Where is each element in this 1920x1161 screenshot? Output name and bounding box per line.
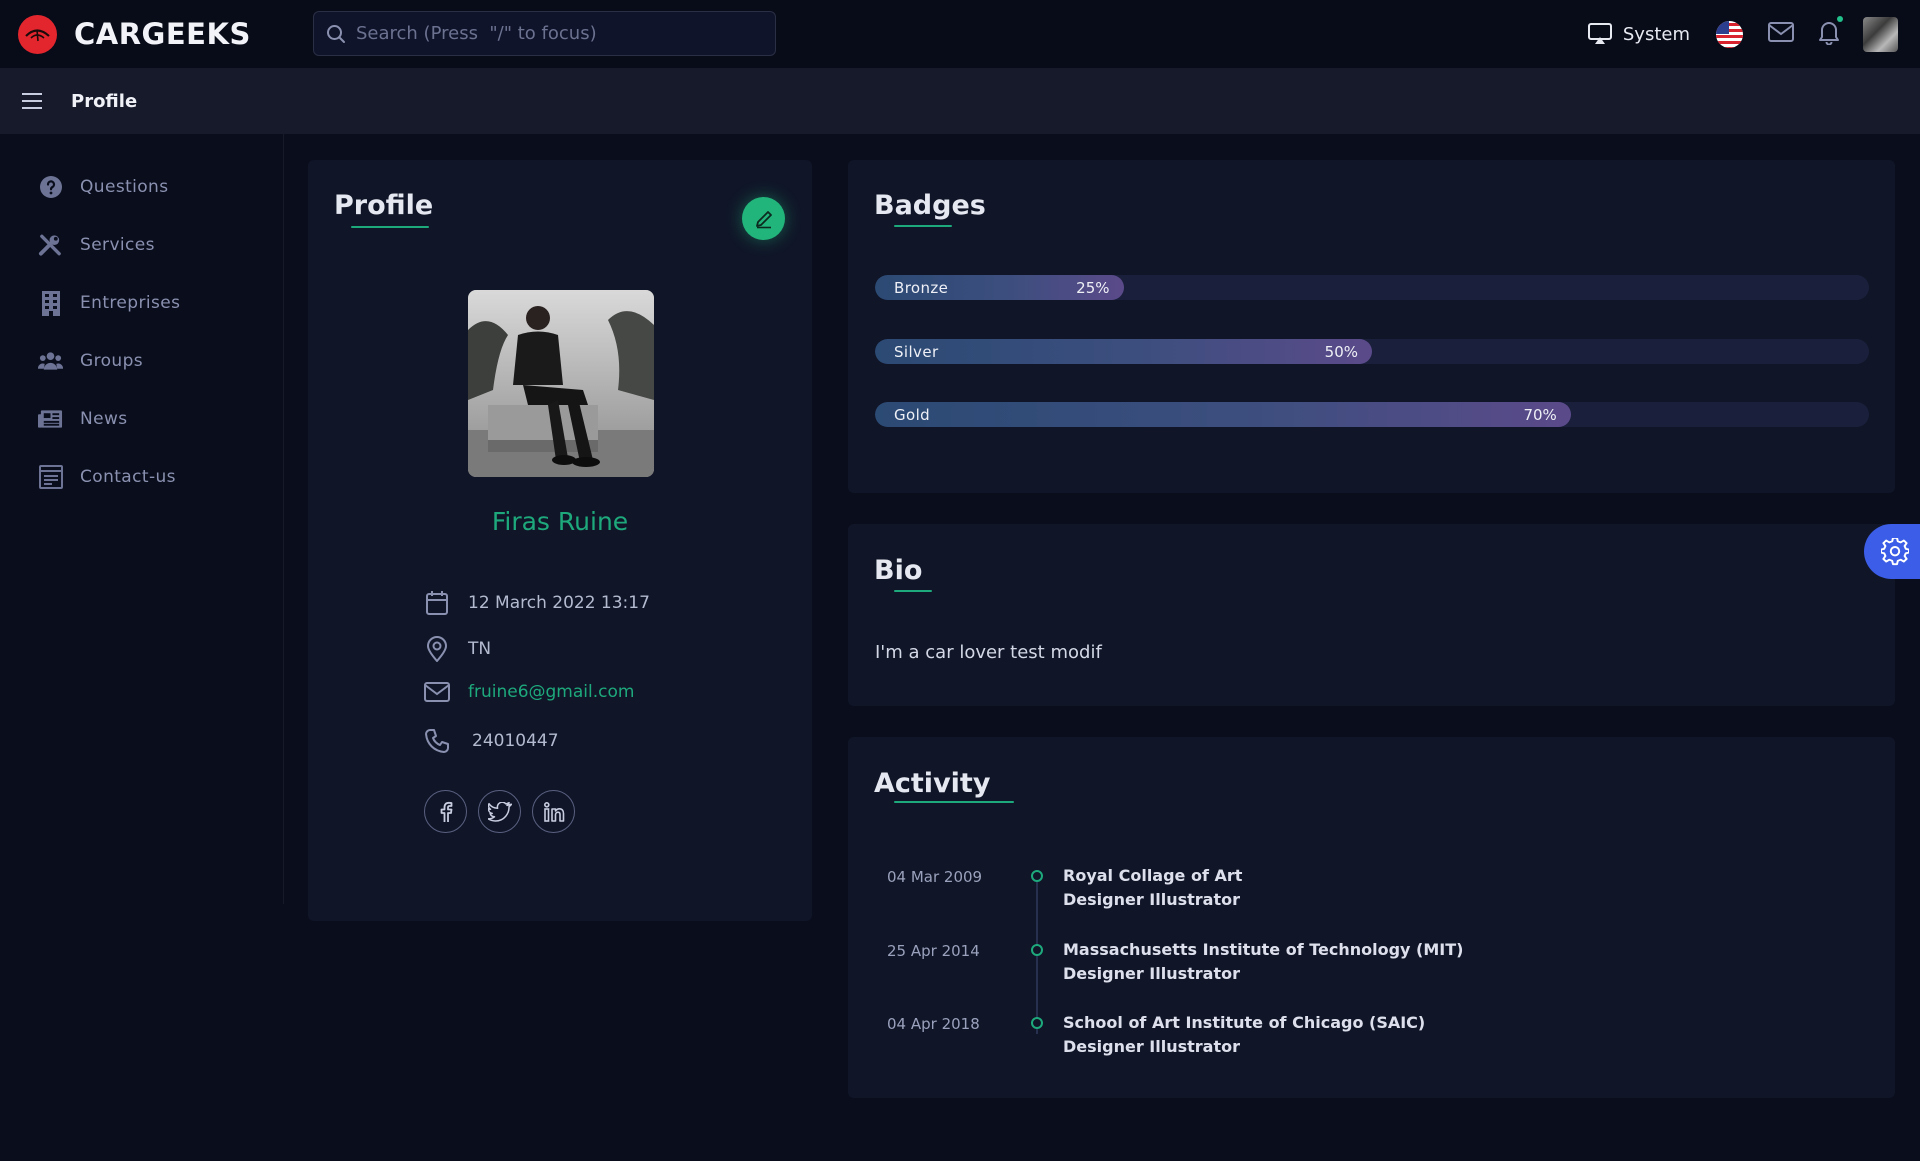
linkedin-icon (543, 801, 564, 822)
timeline-date: 04 Mar 2009 (887, 868, 983, 886)
sidebar-item-entreprises[interactable]: Entreprises (0, 274, 283, 332)
sidebar-item-contact-us[interactable]: Contact-us (0, 448, 283, 506)
users-icon (38, 349, 63, 374)
sidebar-item-label: Questions (80, 177, 169, 197)
badge-bar-bronze: Bronze 25% (875, 275, 1869, 300)
profile-photo (468, 290, 654, 477)
sidebar-item-news[interactable]: News (0, 390, 283, 448)
profile-phone: 24010447 (472, 731, 559, 751)
edit-profile-button[interactable] (742, 197, 785, 240)
mail-icon[interactable] (1767, 21, 1795, 47)
facebook-icon (440, 801, 452, 822)
linkedin-link[interactable] (532, 790, 575, 833)
pencil-icon (755, 210, 772, 228)
profile-name: Firas Ruine (491, 507, 629, 536)
profile-location-row: TN (424, 636, 491, 662)
badges-card: Badges Bronze 25% Silver 50% Gold 70% (848, 160, 1895, 493)
profile-phone-row: 24010447 (424, 728, 559, 754)
page-header: Profile (0, 68, 1920, 134)
badge-bar-silver: Silver 50% (875, 339, 1869, 364)
title-underline (351, 226, 429, 228)
title-underline (894, 225, 952, 227)
badge-label: Gold (894, 406, 931, 424)
timeline-date: 04 Apr 2018 (887, 1015, 980, 1033)
activity-card-title: Activity (874, 768, 991, 799)
profile-email-row: fruine6@gmail.com (424, 682, 634, 702)
badge-label: Bronze (894, 279, 949, 297)
bio-card-title: Bio (874, 555, 923, 586)
newspaper-icon (38, 407, 63, 432)
page-title: Profile (71, 90, 138, 112)
twitter-icon (487, 801, 512, 822)
sidebar-item-label: News (80, 409, 128, 429)
search-input[interactable] (356, 23, 756, 44)
badge-bar-fill: Gold 70% (875, 402, 1571, 427)
badge-percent: 70% (1523, 406, 1557, 424)
monitor-icon (1587, 23, 1612, 44)
hamburger-menu-icon[interactable] (21, 92, 43, 110)
bio-text: I'm a car lover test modif (875, 642, 1102, 663)
twitter-link[interactable] (478, 790, 521, 833)
facebook-link[interactable] (424, 790, 467, 833)
title-underline (894, 590, 932, 592)
title-underline (894, 801, 1014, 803)
bio-card: Bio I'm a car lover test modif (848, 524, 1895, 706)
timeline-dot (1031, 870, 1043, 882)
timeline-role: Designer Illustrator (1063, 964, 1240, 983)
profile-date-row: 12 March 2022 13:17 (424, 590, 650, 616)
sidebar-item-label: Entreprises (80, 293, 181, 313)
timeline-org: School of Art Institute of Chicago (SAIC… (1063, 1013, 1426, 1032)
logo[interactable]: CARGEEKS (18, 14, 251, 54)
logo-icon (18, 14, 57, 54)
sidebar-item-groups[interactable]: Groups (0, 332, 283, 390)
badge-bar-gold: Gold 70% (875, 402, 1869, 427)
timeline-role: Designer Illustrator (1063, 890, 1240, 909)
timeline-role: Designer Illustrator (1063, 1037, 1240, 1056)
sidebar-item-services[interactable]: Services (0, 216, 283, 274)
brand-name: CARGEEKS (74, 17, 251, 51)
bell-icon[interactable] (1817, 16, 1843, 49)
sidebar-item-questions[interactable]: Questions (0, 158, 283, 216)
calendar-icon (424, 590, 450, 616)
sidebar: Questions Services Entreprises Groups Ne… (0, 134, 284, 904)
top-header: CARGEEKS System (0, 0, 1920, 68)
profile-location: TN (468, 639, 492, 659)
badge-label: Silver (894, 343, 939, 361)
tools-icon (38, 233, 63, 258)
user-avatar[interactable] (1863, 16, 1898, 52)
timeline-org: Massachusetts Institute of Technology (M… (1063, 940, 1464, 959)
search-icon (327, 24, 345, 43)
notification-dot (1837, 16, 1843, 22)
settings-button[interactable] (1864, 524, 1920, 579)
profile-date: 12 March 2022 13:17 (468, 593, 650, 613)
building-icon (38, 291, 63, 316)
sidebar-item-label: Groups (80, 351, 144, 371)
gear-icon (1881, 537, 1909, 565)
timeline-dot (1031, 1017, 1043, 1029)
mail-icon (424, 682, 450, 702)
location-pin-icon (424, 636, 450, 662)
sidebar-item-label: Services (80, 235, 155, 255)
profile-card-title: Profile (334, 190, 434, 221)
theme-system-toggle[interactable]: System (1587, 22, 1690, 46)
timeline-dot (1031, 944, 1043, 956)
us-flag-icon[interactable] (1716, 20, 1743, 48)
badge-bar-fill: Silver 50% (875, 339, 1372, 364)
badge-bar-fill: Bronze 25% (875, 275, 1124, 300)
badge-percent: 25% (1076, 279, 1110, 297)
timeline-org: Royal Collage of Art (1063, 866, 1243, 885)
sidebar-item-label: Contact-us (80, 467, 176, 487)
phone-icon (424, 728, 450, 754)
profile-card: Profile Firas Ruine 12 March 2022 13:17 … (308, 160, 812, 921)
contact-form-icon (38, 465, 63, 490)
profile-email-link[interactable]: fruine6@gmail.com (468, 682, 634, 702)
badges-card-title: Badges (874, 190, 986, 221)
social-links (424, 790, 586, 833)
badge-percent: 50% (1324, 343, 1358, 361)
activity-card: Activity 04 Mar 2009 Royal Collage of Ar… (848, 737, 1895, 1098)
system-label: System (1622, 23, 1690, 45)
timeline-date: 25 Apr 2014 (887, 942, 980, 960)
search-box[interactable] (313, 11, 776, 56)
question-circle-icon (38, 175, 63, 200)
